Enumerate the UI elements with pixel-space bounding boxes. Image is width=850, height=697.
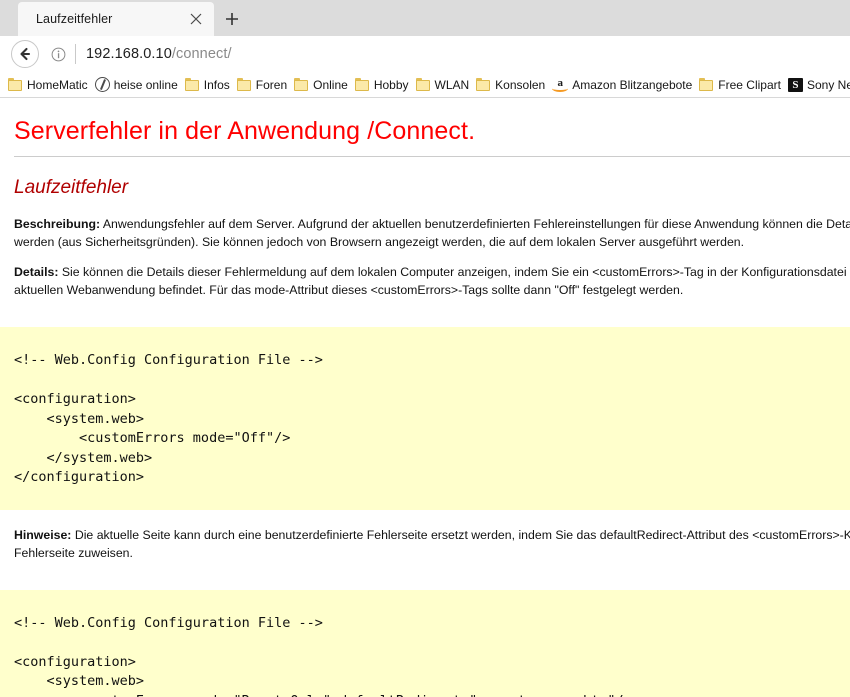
bookmark-label: Online (313, 77, 348, 92)
error-subtitle: Laufzeitfehler (14, 177, 129, 198)
browser-tab-laufzeitfehler[interactable]: Laufzeitfehler (18, 2, 214, 36)
details-paragraph: Details: Sie können die Details dieser F… (14, 263, 850, 311)
heise-icon (94, 77, 110, 92)
folder-icon (294, 78, 309, 91)
details-label: Details: (14, 265, 59, 279)
address-separator (75, 44, 76, 64)
bookmark-label: Amazon Blitzangebote (572, 77, 693, 92)
code-block-customerrors-remoteonly: <!-- Web.Config Configuration File --> <… (0, 589, 850, 697)
description-text: Anwendungsfehler auf dem Server. Aufgrun… (14, 217, 850, 249)
code-block-customerrors-off: <!-- Web.Config Configuration File --> <… (0, 327, 850, 510)
bookmark-hobby[interactable]: Hobby (353, 74, 414, 96)
bookmarks-bar: HomeMatic heise online Infos Foren Onlin… (0, 72, 850, 98)
bookmark-wlan[interactable]: WLAN (414, 74, 475, 96)
back-button[interactable] (11, 40, 39, 68)
notes-label: Hinweise: (14, 527, 72, 542)
browser-window: Laufzeitfehler 192.168.0.10/connect/ Hom… (0, 0, 850, 697)
notes-text: Die aktuelle Seite kann durch eine benut… (14, 527, 850, 560)
bookmark-homematic[interactable]: HomeMatic (6, 74, 93, 96)
bookmark-foren[interactable]: Foren (235, 74, 292, 96)
description-label: Beschreibung: (14, 217, 101, 231)
address-bar-input[interactable]: 192.168.0.10/connect/ (86, 46, 842, 62)
bookmark-label: Infos (203, 77, 230, 92)
bookmark-label: Foren (255, 77, 288, 92)
error-page-content: Serverfehler in der Anwendung /Connect. … (0, 99, 850, 697)
bookmark-label: heise online (113, 77, 178, 92)
site-info-icon[interactable] (49, 45, 67, 63)
navigation-toolbar: 192.168.0.10/connect/ (0, 36, 850, 72)
page-title: Serverfehler in der Anwendung /Connect. (14, 117, 476, 145)
bookmark-label: Hobby (373, 77, 409, 92)
bookmark-label: HomeMatic (27, 77, 88, 92)
folder-icon (699, 78, 714, 91)
tab-title: Laufzeitfehler (36, 12, 113, 26)
url-host: 192.168.0.10 (86, 46, 172, 62)
folder-icon (476, 78, 491, 91)
description-paragraph: Beschreibung: Anwendungsfehler auf dem S… (14, 215, 850, 263)
new-tab-button[interactable] (214, 2, 250, 36)
bookmark-label: Konsolen (495, 77, 546, 92)
folder-icon (415, 78, 431, 91)
bookmark-sony-net[interactable]: S Sony Net (786, 74, 850, 96)
bookmark-infos[interactable]: Infos (183, 74, 235, 96)
bookmark-label: WLAN (434, 77, 470, 92)
tab-strip: Laufzeitfehler (0, 0, 850, 36)
sony-icon: S (787, 77, 803, 92)
amazon-icon: a (552, 77, 569, 92)
bookmark-label: Sony Net (806, 77, 850, 92)
bookmark-amazon-blitzangebote[interactable]: a Amazon Blitzangebote (550, 74, 697, 96)
folder-icon (236, 78, 252, 91)
details-text: Sie können die Details dieser Fehlermeld… (14, 265, 850, 297)
bookmark-free-clipart[interactable]: Free Clipart (697, 74, 786, 96)
bookmark-label: Free Clipart (718, 77, 781, 92)
close-icon[interactable] (182, 5, 210, 33)
bookmark-heise-online[interactable]: heise online (93, 74, 183, 96)
folder-icon (8, 78, 23, 91)
notes-paragraph: Hinweise: Die aktuelle Seite kann durch … (14, 526, 850, 574)
bookmark-online[interactable]: Online (292, 74, 353, 96)
back-arrow-icon (20, 47, 31, 61)
page-viewport: Serverfehler in der Anwendung /Connect. … (0, 99, 850, 697)
url-path: /connect/ (171, 46, 232, 62)
folder-icon (184, 78, 200, 91)
bookmark-konsolen[interactable]: Konsolen (474, 74, 550, 96)
plus-icon (226, 13, 238, 25)
folder-icon (354, 78, 370, 91)
